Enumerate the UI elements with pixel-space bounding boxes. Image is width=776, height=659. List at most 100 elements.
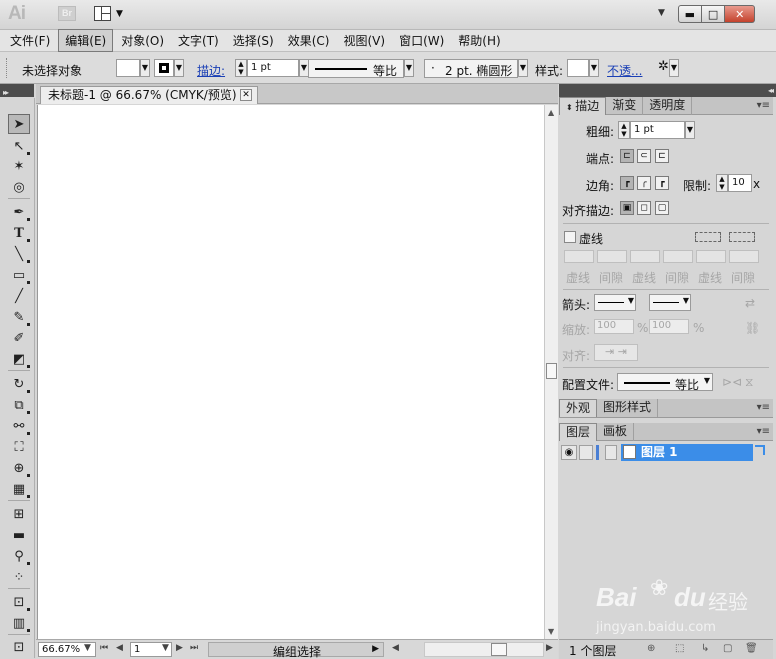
pen-tool[interactable]: ✒ [8,202,30,222]
gap-2-field[interactable] [663,250,693,263]
pencil-tool[interactable]: ✎ [8,307,30,327]
menu-help[interactable]: 帮助(H) [452,30,506,51]
lock-toggle[interactable] [579,445,593,460]
first-artboard-icon[interactable]: ⏮ [100,643,108,653]
stroke-swatch[interactable] [154,59,174,77]
menu-window[interactable]: 窗口(W) [393,30,450,51]
stepper-icon[interactable]: ▲ ▼ [235,59,247,77]
artboard-canvas[interactable] [37,105,544,639]
horizontal-scroll-thumb[interactable] [491,643,507,656]
variable-width-profile[interactable]: 等比 [308,59,404,78]
chevron-down-icon[interactable]: ▼ [404,59,414,77]
dashed-line-checkbox[interactable] [564,231,576,243]
profile-select[interactable]: 等比 ▼ [617,373,713,392]
direct-selection-tool[interactable]: ↖ [8,136,30,156]
panel-menu-icon[interactable]: ▾≡ [757,402,770,413]
free-transform-tool[interactable]: ⛶ [8,437,30,457]
chevron-down-icon[interactable]: ▼ [140,59,150,77]
selection-tool[interactable]: ➤ [8,114,30,134]
end-arrowhead-select[interactable]: ▼ [649,294,691,311]
tab-layers[interactable]: 图层 [559,423,598,441]
paintbrush-tool[interactable]: ╱ [8,286,30,306]
chevron-down-icon[interactable]: ▼ [174,59,184,77]
close-document-icon[interactable]: ✕ [240,89,252,101]
scroll-up-icon[interactable]: ▲ [548,108,554,117]
artboard-tool[interactable]: ⊡ [8,637,30,657]
column-graph-tool[interactable]: ▥ [8,613,30,633]
tab-appearance[interactable]: 外观 [559,399,598,417]
gap-1-field[interactable] [597,250,627,263]
tab-artboards[interactable]: 画板 [597,423,635,441]
link-scale-icon[interactable]: ⛓ [745,321,760,335]
menu-effect[interactable]: 效果(C) [282,30,336,51]
warp-tool[interactable]: ⚯ [8,416,30,436]
scroll-down-icon[interactable]: ▼ [548,627,554,636]
vertical-scrollbar[interactable]: ▲ ▼ [544,105,558,639]
end-scale-field[interactable]: 100 [649,319,689,334]
round-cap-icon[interactable]: ⊂ [637,149,651,163]
dash-preserve-icon[interactable] [695,232,721,242]
align-center-icon[interactable]: ▣ [620,201,634,215]
blend-tool[interactable]: ⁘ [8,567,30,587]
panel-menu-icon[interactable]: ▾≡ [757,100,770,111]
document-tab[interactable]: 未标题-1 @ 66.67% (CMYK/预览) ✕ [40,86,258,104]
eyedropper-tool[interactable]: ⚲ [8,546,30,566]
symbol-sprayer-tool[interactable]: ⊡ [8,592,30,612]
start-scale-field[interactable]: 100 [594,319,634,334]
dash-1-field[interactable] [564,250,594,263]
bevel-join-icon[interactable]: ┏ [655,176,669,190]
menu-file[interactable]: 文件(F) [4,30,56,51]
stroke-color-control[interactable]: ▼ [154,59,184,79]
opacity-link[interactable]: 不透... [607,62,642,82]
limit-control[interactable]: ▲ ▼ 10 [716,174,752,192]
arrow-align-icons[interactable]: ⇥ ⇥ [594,344,638,361]
stepper-icon[interactable]: ▲ ▼ [618,121,630,139]
control-bar-grip[interactable] [6,58,9,78]
shape-builder-tool[interactable]: ⊕ [8,458,30,478]
horizontal-scrollbar[interactable] [424,642,544,657]
tab-stroke[interactable]: ⬍ 描边 [559,97,607,115]
brush-definition[interactable]: · 2 pt. 椭圆形 [424,59,518,78]
scale-tool[interactable]: ⧉ [8,395,30,415]
last-artboard-icon[interactable]: ⏭ [190,643,198,653]
menu-select[interactable]: 选择(S) [227,30,280,51]
menu-object[interactable]: 对象(O) [115,30,170,51]
weight-value[interactable]: 1 pt [630,121,685,139]
trash-icon[interactable]: 🗑 [745,643,758,654]
panel-dock-header[interactable]: ◂◂ [559,84,776,97]
flip-horizontal-icon[interactable]: ⊳⊲ [722,375,742,389]
layer-row[interactable]: ◉ 图层 1 [559,443,771,462]
stroke-weight-field[interactable]: ▲ ▼ 1 pt ▼ [235,59,309,79]
chevron-down-icon[interactable]: ▼ [162,643,169,653]
rectangle-tool[interactable]: ▭ [8,265,30,285]
eye-icon[interactable]: ◉ [561,445,577,460]
workspace-switcher-icon[interactable]: ▼ [658,8,665,18]
butt-cap-icon[interactable]: ⊏ [620,149,634,163]
new-sublayer-icon[interactable]: ↳ [701,643,709,654]
start-arrowhead-select[interactable]: ▼ [594,294,636,311]
lasso-tool[interactable]: ◎ [8,177,30,197]
tab-gradient[interactable]: 渐变 [606,97,644,115]
mesh-tool[interactable]: ⊞ [8,504,30,524]
menu-view[interactable]: 视图(V) [337,30,391,51]
minimize-button[interactable]: ▬ [678,5,702,23]
limit-value[interactable]: 10 [728,174,752,192]
panel-menu-icon[interactable]: ▾≡ [757,426,770,437]
blob-brush-tool[interactable]: ✐ [8,328,30,348]
align-outside-icon[interactable]: ▢ [655,201,669,215]
graphic-style-control[interactable]: ▼ [567,59,599,79]
fill-color-control[interactable]: ▼ [116,59,150,79]
maximize-button[interactable]: □ [701,5,726,23]
fill-swatch[interactable] [116,59,140,77]
miter-join-icon[interactable]: ┏ [620,176,634,190]
perspective-grid-tool[interactable]: ▦ [8,479,30,499]
chevron-down-icon[interactable]: ▼ [589,59,599,77]
recolor-control[interactable]: ✲ ▼ [658,59,679,79]
chevron-down-icon[interactable]: ▼ [518,59,528,77]
status-tool-display[interactable]: 编组选择 ▶ [208,642,384,659]
scroll-left-icon[interactable]: ◀ [392,643,399,653]
gap-3-field[interactable] [729,250,759,263]
dash-3-field[interactable] [696,250,726,263]
toolbox-header[interactable]: ▸▸ [0,84,34,97]
vertical-scroll-thumb[interactable] [546,363,557,379]
